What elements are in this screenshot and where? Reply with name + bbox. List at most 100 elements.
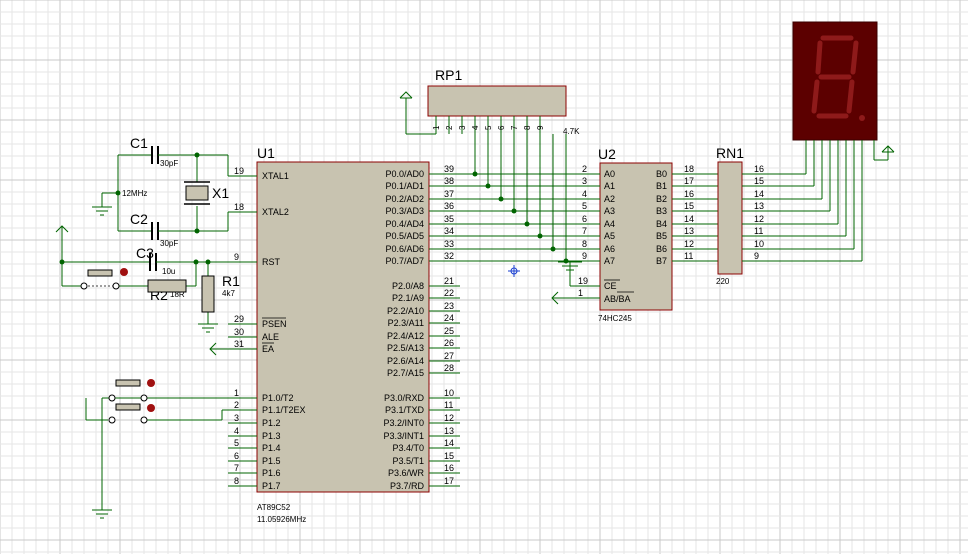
- pin-number: 13: [684, 226, 694, 236]
- pin-number: 27: [444, 351, 454, 361]
- rp1-body: [427, 85, 567, 117]
- pin-number: 14: [444, 438, 454, 448]
- pin-name: P3.4/T0: [392, 443, 424, 453]
- pin-number: 19: [234, 166, 244, 176]
- pin-name: A1: [604, 181, 615, 191]
- pin-number: 31: [234, 339, 244, 349]
- pin-name: P1.2: [262, 418, 281, 428]
- c2-ref: C2: [130, 211, 148, 227]
- pin-name: P0.0/AD0: [385, 169, 424, 179]
- ground-icon: [92, 509, 112, 519]
- pin-number: 9: [754, 251, 759, 261]
- pin-number: 17: [444, 476, 454, 486]
- u1-freq: 11.05926MHz: [257, 515, 306, 524]
- c2-value: 30pF: [160, 239, 178, 248]
- pin-number: 2: [445, 125, 454, 130]
- pin-name: A3: [604, 206, 615, 216]
- pin-name: A2: [604, 194, 615, 204]
- pin-name: B6: [656, 244, 667, 254]
- ground-icon: [198, 323, 218, 333]
- rp1-pin-1: 1: [432, 116, 441, 134]
- display-ground-icon: [873, 140, 895, 161]
- x1-ref: X1: [212, 185, 229, 201]
- pin-number: 11: [444, 400, 453, 410]
- svg-text:19: 19: [578, 276, 588, 286]
- junction-dot: [194, 228, 200, 234]
- rn1-ref: RN1: [716, 145, 744, 161]
- pin-number: 8: [234, 476, 239, 486]
- pin-number: 16: [754, 164, 764, 174]
- pin-name: P3.0/RXD: [384, 393, 425, 403]
- pin-number: 5: [234, 438, 239, 448]
- u1-microcontroller[interactable]: U1 AT89C52 11.05926MHz 19 XTAL118 XTAL29 RS…: [228, 145, 460, 524]
- pin-name: A0: [604, 169, 615, 179]
- pin-name: P1.1/T2EX: [262, 405, 306, 415]
- pin-number: 5: [484, 125, 493, 130]
- pin-name: P1.4: [262, 443, 281, 453]
- pin-number: 39: [444, 164, 454, 174]
- port0-bus-wires: [460, 134, 570, 264]
- rp1-pin-7: 7: [510, 116, 519, 134]
- pin-name: P3.1/TXD: [385, 405, 425, 415]
- junction-dot: [472, 171, 478, 177]
- pin-name: P1.0/T2: [262, 393, 294, 403]
- pin-number: 16: [444, 463, 454, 473]
- pin-number: 4: [582, 189, 587, 199]
- r1-resistor: [201, 275, 215, 313]
- pin-name: PSEN: [262, 319, 287, 329]
- pin-number: 1: [234, 388, 239, 398]
- pin-number: 32: [444, 251, 454, 261]
- marker-cross-icon: [508, 265, 520, 277]
- pin-name: B7: [656, 256, 667, 266]
- rn1-pins: 16 15 14 13 12 11 10 9: [742, 164, 862, 262]
- pin-number: 29: [234, 314, 244, 324]
- rp1-pin-3: 3: [458, 116, 467, 134]
- rn1-pin-13: 13: [742, 201, 830, 212]
- pin-name: P1.5: [262, 456, 281, 466]
- ground-icon: [92, 206, 112, 216]
- pin-number: 13: [444, 426, 454, 436]
- rp1-pin-6: 6: [497, 116, 506, 134]
- pin-number: 6: [582, 214, 587, 224]
- r1-ref: R1: [222, 273, 240, 289]
- pin-number: 7: [510, 125, 519, 130]
- pin-number: 10: [754, 239, 764, 249]
- pin-name: P1.7: [262, 481, 281, 491]
- junction-dot: [193, 259, 199, 265]
- pin-number: 7: [582, 226, 587, 236]
- junction-dot: [524, 221, 530, 227]
- junction-dot: [115, 190, 121, 196]
- pin-name: P0.3/AD3: [385, 206, 424, 216]
- pin-name: P0.2/AD2: [385, 194, 424, 204]
- pin-number: 3: [234, 413, 239, 423]
- r2-resistor: [147, 279, 187, 293]
- pin-number: 36: [444, 201, 454, 211]
- pin-name: XTAL2: [262, 207, 289, 217]
- r1-value: 4k7: [222, 289, 235, 298]
- x1-value: 12MHz: [122, 189, 147, 198]
- pin-number: 22: [444, 288, 454, 298]
- pin-name: P3.7/RD: [390, 481, 425, 491]
- pin-number: 21: [444, 276, 454, 286]
- rp1-ref: RP1: [435, 67, 462, 83]
- pin-name: B5: [656, 231, 667, 241]
- pin-name: P2.3/A11: [388, 318, 424, 328]
- pin-name: RST: [262, 257, 281, 267]
- c1-value: 30pF: [160, 159, 178, 168]
- schematic-canvas[interactable]: U1 AT89C52 11.05926MHz 19 XTAL118 XTAL29 RS…: [0, 0, 968, 554]
- pin-number: 18: [684, 164, 694, 174]
- pin-name: XTAL1: [262, 171, 289, 181]
- pin-name: P2.7/A15: [387, 368, 424, 378]
- pin-name: P0.1/AD1: [385, 181, 424, 191]
- display-dp: [859, 115, 865, 121]
- pin-name: B1: [656, 181, 667, 191]
- pin-number: 33: [444, 239, 454, 249]
- pin-name: P3.6/WR: [388, 468, 425, 478]
- pin-number: 10: [444, 388, 454, 398]
- c3-value: 10u: [162, 267, 175, 276]
- pin-number: 4: [234, 426, 239, 436]
- rn1-pin-16: 16: [742, 164, 806, 175]
- pin-number: 9: [536, 125, 545, 130]
- pin-number: 9: [234, 252, 239, 262]
- pin-number: 35: [444, 214, 454, 224]
